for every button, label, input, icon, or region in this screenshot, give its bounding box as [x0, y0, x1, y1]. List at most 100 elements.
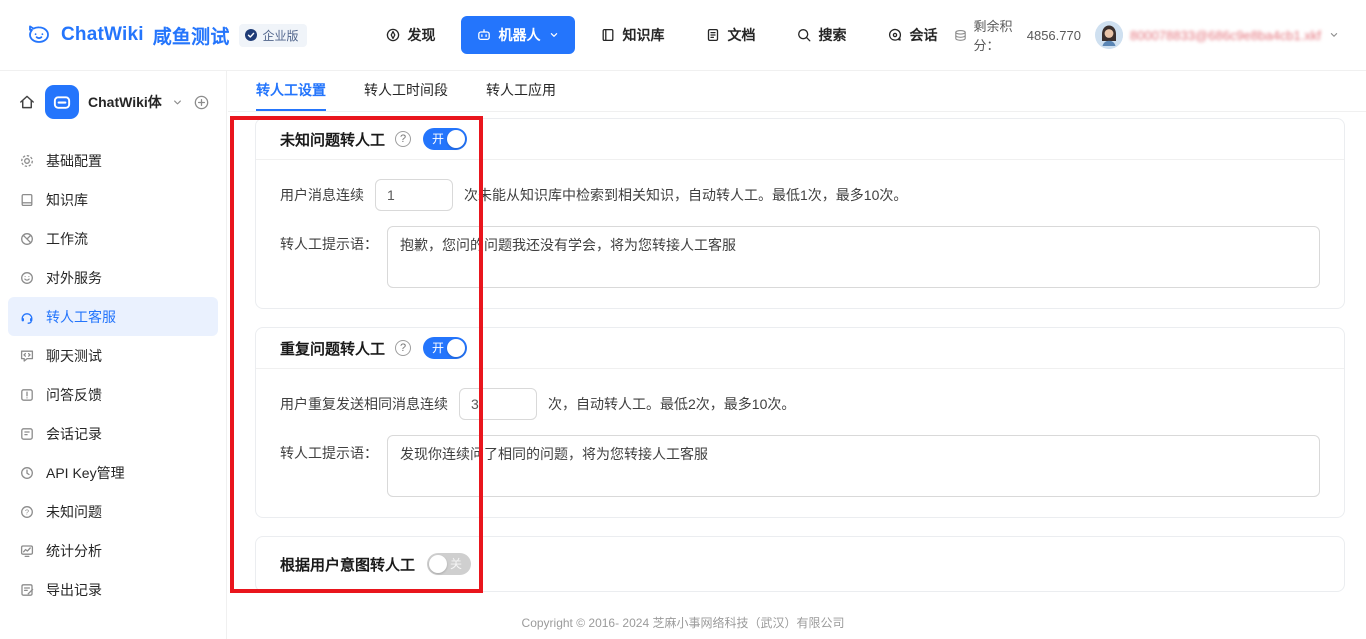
chevron-down-icon[interactable] [171, 96, 184, 109]
settings-content: 未知问题转人工 ? 开 用户消息连续 次未能从知识库中检索到相关知识，自动转人工… [228, 112, 1366, 592]
section-header: 重复问题转人工 ? 开 [256, 328, 1344, 369]
section-intent-transfer: 根据用户意图转人工 关 [255, 536, 1345, 592]
section-title: 重复问题转人工 [280, 338, 385, 359]
nav-item-document[interactable]: 文档 [690, 16, 771, 54]
svg-text:?: ? [25, 507, 29, 516]
section-body: 用户消息连续 次未能从知识库中检索到相关知识，自动转人工。最低1次，最多10次。… [256, 160, 1344, 308]
sidebar-item-knowledge[interactable]: 知识库 [8, 180, 218, 219]
nav-item-conversation[interactable]: 会话 [872, 16, 953, 54]
toggle-knob [447, 130, 465, 148]
nav-label: 知识库 [623, 25, 665, 45]
knowledge-icon [600, 27, 616, 43]
coins-icon [953, 28, 968, 43]
avatar [1095, 21, 1123, 49]
service-icon [19, 270, 35, 286]
stats-icon [19, 543, 35, 559]
toggle-state-label: 开 [432, 128, 444, 150]
nav-label: 机器人 [499, 25, 541, 45]
sidebar-item-basic-config[interactable]: 基础配置 [8, 141, 218, 180]
conversation-icon [887, 27, 903, 43]
threshold-prefix: 用户重复发送相同消息连续 [280, 394, 448, 414]
home-icon[interactable] [18, 93, 36, 111]
threshold-prefix: 用户消息连续 [280, 185, 364, 205]
sidebar-item-label: 工作流 [46, 229, 88, 249]
sidebar-item-label: 基础配置 [46, 151, 102, 171]
toggle-knob [447, 339, 465, 357]
prompt-label: 转人工提示语： [280, 435, 378, 463]
nav-item-search[interactable]: 搜索 [781, 16, 862, 54]
section-header: 根据用户意图转人工 关 [256, 537, 1344, 591]
enterprise-badge-icon [244, 28, 258, 42]
document-icon [705, 27, 721, 43]
robot-avatar[interactable] [45, 85, 79, 119]
tab-label: 转人工时间段 [364, 80, 448, 100]
sidebar-item-qa-feedback[interactable]: 问答反馈 [8, 375, 218, 414]
nav-item-discover[interactable]: 发现 [370, 16, 451, 54]
help-icon[interactable]: ? [395, 340, 411, 356]
workspace-name[interactable]: ChatWiki体验... [88, 92, 162, 112]
section-header: 未知问题转人工 ? 开 [256, 119, 1344, 160]
sidebar-item-unknown-question[interactable]: ? 未知问题 [8, 492, 218, 531]
section-title: 未知问题转人工 [280, 129, 385, 150]
library-icon [19, 192, 35, 208]
intent-transfer-toggle[interactable]: 关 [427, 553, 471, 575]
api-key-icon [19, 465, 35, 481]
credits-value: 4856.770 [1027, 28, 1081, 43]
toggle-knob [429, 555, 447, 573]
repeat-question-toggle[interactable]: 开 [423, 337, 467, 359]
sidebar-item-stats[interactable]: 统计分析 [8, 531, 218, 570]
tab-transfer-time[interactable]: 转人工时间段 [364, 71, 448, 111]
plan-badge: 企业版 [239, 24, 307, 47]
primary-nav: 发现 机器人 知识库 [370, 16, 953, 54]
credits-label: 剩余积分： [974, 16, 1021, 54]
tab-label: 转人工设置 [256, 80, 326, 100]
robot-icon [476, 27, 492, 43]
nav-label: 发现 [408, 25, 436, 45]
prompt-row: 转人工提示语： 发现你连续问了相同的问题，将为您转接人工客服 [280, 435, 1320, 497]
unknown-prompt-textarea[interactable]: 抱歉，您问的问题我还没有学会，将为您转接人工客服 [387, 226, 1320, 288]
sidebar-item-label: 问答反馈 [46, 385, 102, 405]
session-record-icon [19, 426, 35, 442]
prompt-label: 转人工提示语： [280, 226, 378, 254]
sidebar-item-label: 知识库 [46, 190, 88, 210]
repeat-count-input[interactable] [459, 388, 537, 420]
sidebar-item-session-record[interactable]: 会话记录 [8, 414, 218, 453]
tab-transfer-apps[interactable]: 转人工应用 [486, 71, 556, 111]
sidebar-item-chat-test[interactable]: 聊天测试 [8, 336, 218, 375]
section-title: 根据用户意图转人工 [280, 554, 415, 575]
toggle-state-label: 关 [450, 553, 462, 575]
help-icon[interactable]: ? [395, 131, 411, 147]
unknown-count-input[interactable] [375, 179, 453, 211]
headset-icon [19, 309, 35, 325]
threshold-suffix: 次未能从知识库中检索到相关知识，自动转人工。最低1次，最多10次。 [464, 185, 907, 205]
tab-label: 转人工应用 [486, 80, 556, 100]
nav-item-robot[interactable]: 机器人 [461, 16, 575, 54]
sidebar-item-label: 转人工客服 [46, 307, 116, 327]
sidebar: ChatWiki体验... 基础配置 [0, 71, 227, 639]
gear-icon [19, 153, 35, 169]
nav-item-knowledge[interactable]: 知识库 [585, 16, 680, 54]
unknown-question-icon: ? [19, 504, 35, 520]
prompt-row: 转人工提示语： 抱歉，您问的问题我还没有学会，将为您转接人工客服 [280, 226, 1320, 288]
sidebar-item-external-service[interactable]: 对外服务 [8, 258, 218, 297]
sidebar-item-human-transfer[interactable]: 转人工客服 [8, 297, 218, 336]
section-repeat-question-transfer: 重复问题转人工 ? 开 用户重复发送相同消息连续 次，自动转人工。最低2次，最多… [255, 327, 1345, 518]
unknown-question-toggle[interactable]: 开 [423, 128, 467, 150]
workflow-icon [19, 231, 35, 247]
add-robot-icon[interactable] [193, 94, 210, 111]
chevron-down-icon [1328, 29, 1340, 41]
sidebar-item-label: 对外服务 [46, 268, 102, 288]
tab-transfer-settings[interactable]: 转人工设置 [256, 71, 326, 111]
sidebar-item-export[interactable]: 导出记录 [8, 570, 218, 609]
top-header: ChatWiki 咸鱼测试 企业版 发现 [0, 0, 1366, 71]
header-right: 剩余积分： 4856.770 800078833@686c9e8ba4cb1.x… [953, 16, 1340, 54]
brand-area[interactable]: ChatWiki 咸鱼测试 企业版 [26, 22, 342, 49]
nav-label: 会话 [910, 25, 938, 45]
sidebar-item-workflow[interactable]: 工作流 [8, 219, 218, 258]
workspace-title: 咸鱼测试 [153, 22, 230, 49]
discover-icon [385, 27, 401, 43]
account-name: 800078833@686c9e8ba4cb1.xkf [1130, 28, 1321, 43]
sidebar-item-api-key[interactable]: API Key管理 [8, 453, 218, 492]
repeat-prompt-textarea[interactable]: 发现你连续问了相同的问题，将为您转接人工客服 [387, 435, 1320, 497]
account-menu[interactable]: 800078833@686c9e8ba4cb1.xkf [1095, 21, 1340, 49]
